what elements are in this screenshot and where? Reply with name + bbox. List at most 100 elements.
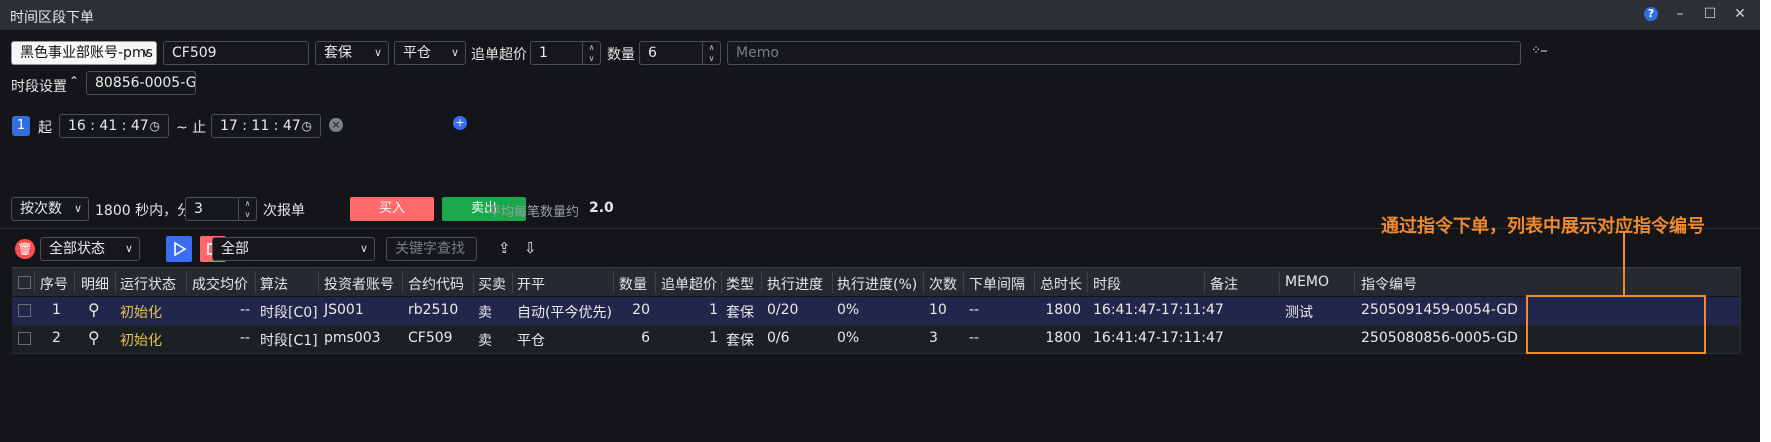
count-spin[interactable]: ∧ ∨ bbox=[238, 198, 256, 220]
row-checkbox[interactable] bbox=[18, 304, 31, 317]
contract-input[interactable]: CF509 bbox=[163, 41, 309, 65]
table-row[interactable]: 1 ⚲ 初始化 -- 时段[C0] JS001 rb2510 卖 自动(平今优先… bbox=[12, 297, 1740, 325]
col-divider[interactable] bbox=[1087, 271, 1088, 293]
type-filter-select[interactable]: 全部 ∨ bbox=[212, 237, 375, 261]
select-all-checkbox[interactable] bbox=[18, 276, 31, 289]
col-divider[interactable] bbox=[1034, 271, 1035, 293]
cell-times: 3 bbox=[929, 330, 938, 346]
start-time-input[interactable]: 16 : 41 : 47 ◷ bbox=[59, 114, 169, 138]
col-offset: 开平 bbox=[517, 277, 545, 293]
chevron-up-icon[interactable]: ∧ bbox=[239, 198, 256, 209]
add-period-icon[interactable]: + bbox=[453, 116, 467, 130]
col-divider[interactable] bbox=[473, 271, 474, 293]
chase-stepper[interactable]: 1 ∧ ∨ bbox=[530, 41, 601, 65]
table-right-line bbox=[1740, 267, 1741, 353]
unit-text: 次报单 bbox=[263, 203, 305, 219]
minimize-icon[interactable]: – bbox=[1672, 6, 1688, 22]
col-progress-pct: 执行进度(%) bbox=[837, 277, 918, 293]
col-divider[interactable] bbox=[1204, 271, 1205, 293]
period-code-input[interactable]: 80856-0005-GD bbox=[86, 71, 196, 95]
title-bar: 时间区段下单 ? – ☐ ✕ bbox=[0, 0, 1760, 30]
chevron-up-icon[interactable]: ∧ bbox=[583, 42, 600, 53]
chase-spin[interactable]: ∧ ∨ bbox=[582, 42, 600, 64]
cell-avg: -- bbox=[240, 330, 251, 346]
memo-input[interactable]: Memo bbox=[727, 41, 1521, 65]
buy-button[interactable]: 买入 bbox=[350, 197, 434, 221]
col-divider[interactable] bbox=[186, 271, 187, 293]
col-times: 次数 bbox=[929, 277, 957, 293]
search-placeholder: 关键字查找 bbox=[395, 241, 465, 257]
chevron-up-icon[interactable]: ∧ bbox=[703, 42, 720, 53]
remove-period-icon[interactable]: × bbox=[329, 118, 343, 132]
cell-status: 初始化 bbox=[120, 305, 162, 321]
col-divider[interactable] bbox=[613, 271, 614, 293]
col-divider[interactable] bbox=[115, 271, 116, 293]
col-divider[interactable] bbox=[255, 271, 256, 293]
col-divider[interactable] bbox=[512, 271, 513, 293]
chevron-up-icon[interactable]: ⌃ bbox=[69, 74, 79, 88]
col-divider[interactable] bbox=[34, 271, 35, 293]
count-stepper[interactable]: 3 ∧ ∨ bbox=[185, 197, 257, 221]
search-input[interactable]: 关键字查找 bbox=[386, 237, 477, 261]
col-divider[interactable] bbox=[318, 271, 319, 293]
col-divider[interactable] bbox=[1354, 271, 1355, 293]
qty-stepper[interactable]: 6 ∧ ∨ bbox=[639, 41, 721, 65]
mode-select[interactable]: 按次数 ∨ bbox=[11, 197, 89, 221]
col-divider[interactable] bbox=[402, 271, 403, 293]
qty-value: 6 bbox=[648, 45, 657, 61]
chevron-down-icon[interactable]: ∨ bbox=[239, 209, 256, 220]
search-icon[interactable]: ⚲ bbox=[88, 328, 100, 347]
col-divider[interactable] bbox=[963, 271, 964, 293]
cell-type: 套保 bbox=[726, 333, 754, 349]
clock-icon[interactable]: ◷ bbox=[302, 115, 312, 137]
col-progress: 执行进度 bbox=[767, 277, 823, 293]
clock-icon[interactable]: ◷ bbox=[150, 115, 160, 137]
cell-interval: -- bbox=[969, 330, 980, 346]
cell-avg: -- bbox=[240, 302, 251, 318]
hedge-select[interactable]: 套保 ∨ bbox=[315, 41, 389, 65]
col-divider[interactable] bbox=[74, 271, 75, 293]
import-icon[interactable]: ⇩ bbox=[524, 239, 537, 257]
cell-period: 16:41:47-17:11:47 bbox=[1093, 302, 1224, 318]
row-checkbox[interactable] bbox=[18, 332, 31, 345]
qty-spin[interactable]: ∧ ∨ bbox=[702, 42, 720, 64]
export-icon[interactable]: ⇪ bbox=[498, 239, 511, 257]
end-time-input[interactable]: 17 : 11 : 47 ◷ bbox=[211, 114, 321, 138]
col-divider[interactable] bbox=[832, 271, 833, 293]
col-cmd: 指令编号 bbox=[1361, 277, 1417, 293]
col-divider[interactable] bbox=[655, 271, 656, 293]
chevron-down-icon: ∨ bbox=[450, 46, 459, 59]
start-label: 起 bbox=[38, 120, 52, 136]
avg-value: 2.0 bbox=[589, 200, 614, 216]
offset-select[interactable]: 平仓 ∨ bbox=[394, 41, 466, 65]
status-filter-select[interactable]: 全部状态 ∨ bbox=[40, 237, 140, 261]
search-icon[interactable]: ⚲ bbox=[88, 300, 100, 319]
start-button[interactable] bbox=[166, 236, 192, 262]
chevron-down-icon[interactable]: ∨ bbox=[583, 53, 600, 64]
table-row[interactable]: 2 ⚲ 初始化 -- 时段[C1] pms003 CF509 卖 平仓 6 1 … bbox=[12, 325, 1740, 353]
col-algo: 算法 bbox=[260, 277, 288, 293]
cell-account: JS001 bbox=[324, 302, 364, 318]
close-icon[interactable]: ✕ bbox=[1732, 6, 1748, 22]
col-divider[interactable] bbox=[721, 271, 722, 293]
key-icon[interactable]: ⁘⎯ bbox=[1531, 43, 1547, 58]
trash-icon[interactable]: 🗑 bbox=[15, 239, 35, 259]
cell-pct: 0% bbox=[837, 330, 860, 346]
type-filter-value: 全部 bbox=[221, 241, 249, 257]
chevron-down-icon[interactable]: ∨ bbox=[703, 53, 720, 64]
cell-progress: 0/6 bbox=[767, 330, 790, 346]
status-filter-value: 全部状态 bbox=[49, 241, 105, 257]
col-status: 运行状态 bbox=[120, 277, 176, 293]
maximize-icon[interactable]: ☐ bbox=[1702, 6, 1718, 22]
window-controls: ? – ☐ ✕ bbox=[1644, 6, 1748, 22]
cell-offset: 平仓 bbox=[517, 333, 545, 349]
account-value: 黑色事业部账号-pms bbox=[20, 45, 153, 61]
col-divider[interactable] bbox=[923, 271, 924, 293]
col-divider[interactable] bbox=[761, 271, 762, 293]
help-icon[interactable]: ? bbox=[1644, 7, 1658, 21]
account-select[interactable]: 黑色事业部账号-pms ∨ bbox=[11, 41, 157, 65]
end-time-value: 17 : 11 : 47 bbox=[220, 118, 301, 134]
chevron-down-icon: ∨ bbox=[373, 46, 382, 59]
col-divider[interactable] bbox=[1279, 271, 1280, 293]
cell-interval: -- bbox=[969, 302, 980, 318]
